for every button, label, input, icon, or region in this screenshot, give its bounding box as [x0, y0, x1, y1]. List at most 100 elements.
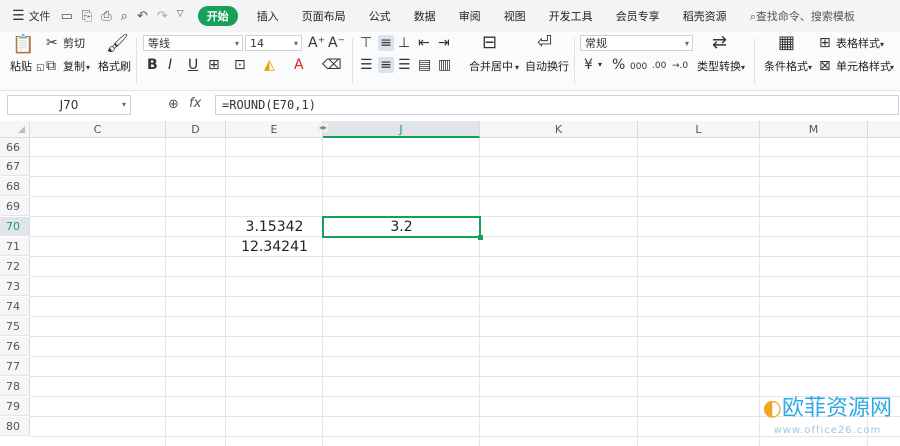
currency-dropdown-icon[interactable]: ▾: [598, 57, 602, 73]
hidden-columns-icon[interactable]: ◂▸: [318, 123, 329, 132]
name-box[interactable]: J70 ▾: [7, 95, 131, 115]
number-format-select[interactable]: 常规 ▾: [580, 35, 693, 51]
font-color-icon[interactable]: A: [294, 57, 304, 73]
copy-button[interactable]: 复制: [63, 60, 85, 74]
tab-view[interactable]: 视图: [504, 8, 526, 24]
tab-docer[interactable]: 稻壳资源: [683, 8, 727, 24]
distributed-icon[interactable]: ▥: [438, 57, 451, 73]
file-menu[interactable]: 文件: [29, 8, 51, 24]
italic-icon[interactable]: I: [168, 57, 172, 73]
paste-dropdown-icon[interactable]: ◱: [36, 60, 45, 76]
column-header-next[interactable]: [868, 121, 900, 138]
fill-handle[interactable]: [478, 235, 483, 240]
clear-format-icon[interactable]: ⌫: [322, 57, 342, 73]
copy-icon[interactable]: ⧉: [46, 58, 56, 74]
underline-icon[interactable]: U: [188, 57, 198, 73]
table-style-button[interactable]: 表格样式: [836, 37, 880, 51]
tab-page-layout[interactable]: 页面布局: [302, 8, 346, 24]
row-header-75[interactable]: 75: [0, 317, 30, 336]
row-header-71[interactable]: 71: [0, 237, 30, 256]
conditional-format-dropdown-icon[interactable]: ▾: [808, 60, 812, 76]
column-header-k[interactable]: K: [480, 121, 638, 138]
row-header-77[interactable]: 77: [0, 357, 30, 376]
row-header-76[interactable]: 76: [0, 337, 30, 356]
print-preview-icon[interactable]: ⌕: [121, 9, 128, 24]
justify-icon[interactable]: ▤: [418, 57, 431, 73]
cell-e70[interactable]: 3.15342: [226, 218, 323, 237]
thousands-icon[interactable]: 000: [630, 59, 647, 75]
type-convert-icon[interactable]: ⇄: [712, 34, 727, 52]
fill-pattern-icon[interactable]: ⊡: [234, 57, 246, 73]
column-header-c[interactable]: C: [30, 121, 166, 138]
percent-icon[interactable]: %: [612, 57, 625, 73]
currency-icon[interactable]: ¥: [584, 57, 593, 73]
tab-review[interactable]: 审阅: [459, 8, 481, 24]
fx-button[interactable]: fx: [189, 96, 201, 111]
cut-button[interactable]: 剪切: [63, 37, 85, 51]
format-painter-icon[interactable]: 🖌: [106, 35, 129, 53]
font-size-select[interactable]: 14 ▾: [245, 35, 302, 51]
print-icon[interactable]: ⎙: [101, 9, 111, 24]
align-center-icon[interactable]: ≡: [378, 57, 394, 73]
save-icon[interactable]: ▭: [61, 9, 73, 24]
row-header-70[interactable]: 70: [0, 217, 30, 236]
row-header-69[interactable]: 69: [0, 197, 30, 216]
row-header-67[interactable]: 67: [0, 157, 30, 176]
merge-center-icon[interactable]: ⊟: [482, 34, 497, 52]
customize-dropdown-icon[interactable]: ▽: [177, 9, 184, 24]
align-left-icon[interactable]: ☰: [360, 57, 373, 73]
align-middle-icon[interactable]: ≡: [378, 35, 394, 51]
zoom-icon[interactable]: ⊕: [168, 97, 179, 112]
increase-decimal-icon[interactable]: .00: [652, 58, 666, 74]
tab-insert[interactable]: 插入: [257, 8, 279, 24]
cell-style-icon[interactable]: ⊠: [819, 58, 831, 74]
tab-developer[interactable]: 开发工具: [549, 8, 593, 24]
row-header-68[interactable]: 68: [0, 177, 30, 196]
align-top-icon[interactable]: ⊤: [360, 35, 372, 51]
column-header-d[interactable]: D: [166, 121, 226, 138]
format-painter-button[interactable]: 格式刷: [98, 60, 131, 74]
align-right-icon[interactable]: ☰: [398, 57, 411, 73]
copy-dropdown-icon[interactable]: ▾: [86, 60, 90, 76]
undo-icon[interactable]: ↶: [137, 9, 148, 24]
align-bottom-icon[interactable]: ⊥: [398, 35, 410, 51]
cell-e71[interactable]: 12.34241: [226, 238, 323, 257]
paste-button[interactable]: 粘贴: [10, 60, 32, 74]
wrap-text-icon[interactable]: ⏎: [537, 34, 552, 52]
table-style-dropdown-icon[interactable]: ▾: [880, 37, 884, 53]
select-all-corner[interactable]: [0, 121, 30, 138]
cut-icon[interactable]: ✂: [46, 35, 58, 51]
conditional-format-icon[interactable]: ▦: [778, 34, 795, 52]
tab-member[interactable]: 会员专享: [616, 8, 660, 24]
decrease-decimal-icon[interactable]: →.0: [672, 58, 688, 74]
row-header-78[interactable]: 78: [0, 377, 30, 396]
search-input[interactable]: 查找命令、搜索模板: [756, 10, 855, 23]
row-header-66[interactable]: 66: [0, 138, 30, 157]
row-header-72[interactable]: 72: [0, 257, 30, 276]
bold-icon[interactable]: B: [147, 57, 158, 73]
paste-icon[interactable]: 📋: [12, 36, 34, 54]
row-header-80[interactable]: 80: [0, 417, 30, 436]
table-style-icon[interactable]: ⊞: [819, 35, 831, 51]
search-box[interactable]: ⌕查找命令、搜索模板: [750, 8, 855, 24]
column-header-l[interactable]: L: [638, 121, 760, 138]
redo-icon[interactable]: ↷: [157, 9, 168, 24]
tab-data[interactable]: 数据: [414, 8, 436, 24]
export-icon[interactable]: ⎘: [82, 9, 92, 24]
row-header-74[interactable]: 74: [0, 297, 30, 316]
column-header-e[interactable]: E: [226, 121, 323, 138]
formula-input[interactable]: =ROUND(E70,1): [215, 95, 899, 115]
decrease-indent-icon[interactable]: ⇤: [418, 35, 430, 51]
borders-icon[interactable]: ⊞: [208, 57, 220, 73]
increase-indent-icon[interactable]: ⇥: [438, 35, 450, 51]
type-convert-dropdown-icon[interactable]: ▾: [741, 60, 745, 76]
menu-icon[interactable]: ☰: [12, 8, 25, 24]
fill-color-icon[interactable]: ◭: [264, 57, 275, 73]
conditional-format-button[interactable]: 条件格式: [764, 60, 808, 74]
column-header-j[interactable]: J: [323, 121, 480, 138]
tab-home[interactable]: 开始: [197, 6, 238, 26]
column-header-m[interactable]: M: [760, 121, 868, 138]
row-header-73[interactable]: 73: [0, 277, 30, 296]
decrease-font-icon[interactable]: A⁻: [328, 35, 345, 51]
type-convert-button[interactable]: 类型转换: [697, 60, 741, 74]
